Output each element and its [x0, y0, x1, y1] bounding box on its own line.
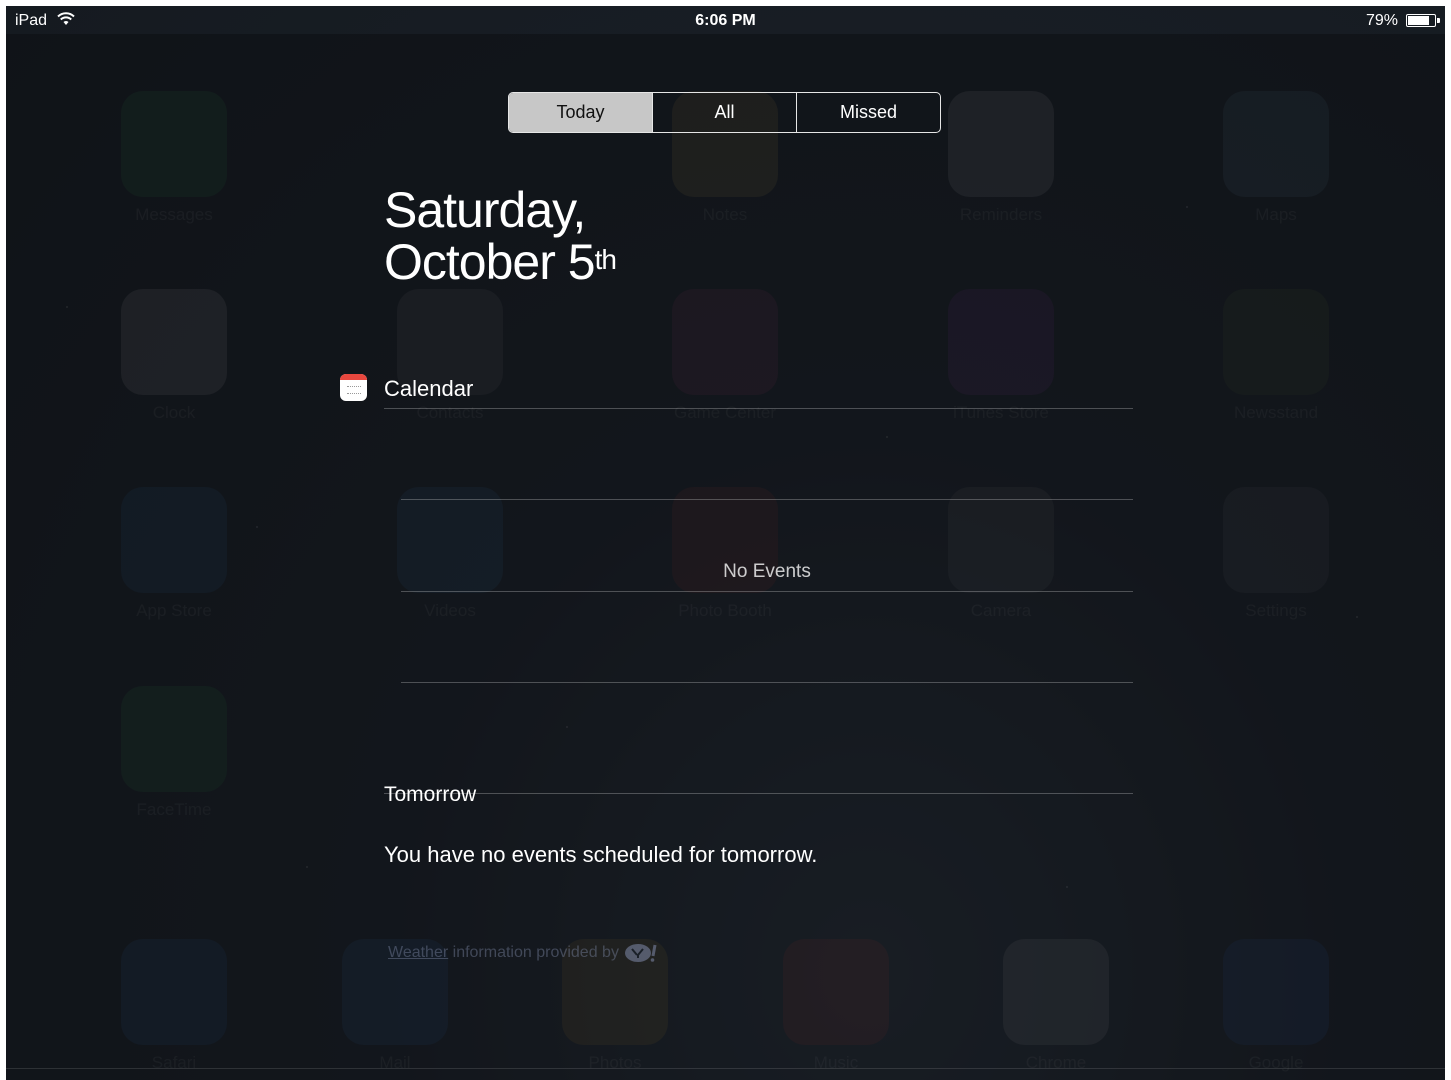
- calendar-section-header[interactable]: Calendar: [340, 368, 1133, 408]
- calendar-header-divider: [384, 408, 1133, 409]
- notification-center: Today All Missed Saturday, October 5th C…: [6, 34, 1445, 1080]
- calendar-icon-bar: [340, 374, 367, 380]
- calendar-icon-lines: [347, 386, 361, 394]
- status-bar: iPad 6:06 PM 79%: [6, 6, 1445, 34]
- date-suffix: th: [594, 244, 617, 275]
- yahoo-logo-icon: [625, 944, 657, 962]
- today-date: Saturday, October 5th: [384, 182, 617, 290]
- calendar-section-title: Calendar: [384, 376, 474, 401]
- weather-attribution: Weather information provided by: [388, 942, 663, 964]
- calendar-icon: [340, 374, 367, 401]
- tab-all[interactable]: All: [653, 93, 797, 132]
- no-events-label: No Events: [723, 561, 811, 582]
- weather-attribution-text: information provided by: [448, 944, 624, 962]
- hour-divider-3: [401, 682, 1133, 683]
- status-time: 6:06 PM: [695, 12, 756, 29]
- hour-divider-2: [401, 591, 1133, 592]
- date-weekday: Saturday,: [384, 182, 586, 238]
- date-month-day: October 5th: [384, 234, 617, 290]
- tomorrow-divider: [384, 793, 1133, 794]
- weather-link[interactable]: Weather: [388, 944, 448, 961]
- tab-today[interactable]: Today: [509, 93, 653, 132]
- battery-icon: [1406, 14, 1440, 27]
- notification-tabs: Today All Missed: [508, 92, 941, 133]
- ipad-screen: MessagesNotesRemindersMapsClockContactsG…: [6, 6, 1445, 1080]
- tomorrow-title: Tomorrow: [384, 783, 477, 806]
- tomorrow-message: You have no events scheduled for tomorro…: [384, 842, 818, 867]
- bottom-divider: [6, 1068, 1445, 1069]
- hour-divider-1: [401, 499, 1133, 500]
- battery-percent: 79%: [1365, 12, 1398, 29]
- date-month-day-text: October 5: [384, 234, 596, 290]
- tab-missed[interactable]: Missed: [797, 93, 940, 132]
